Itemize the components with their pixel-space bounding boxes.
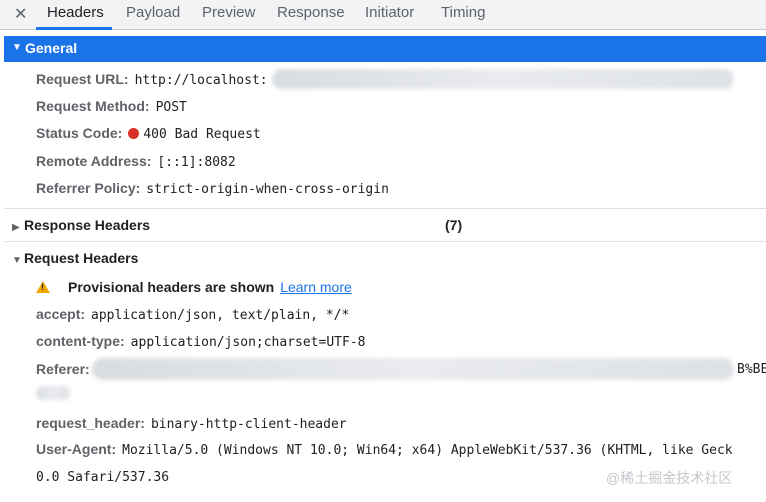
tab-timing[interactable]: Timing bbox=[441, 4, 485, 21]
error-status-dot-icon bbox=[128, 128, 140, 139]
content-type-row: content-type: application/json;charset=UT… bbox=[36, 333, 365, 350]
referer-value-tail: B%BE bbox=[737, 362, 766, 377]
remote-address-value: [::1]:8082 bbox=[157, 155, 236, 170]
request-method-value: POST bbox=[155, 100, 187, 115]
accept-row: accept: application/json, text/plain, */* bbox=[36, 306, 349, 323]
redacted-referer bbox=[92, 358, 734, 380]
accept-key: accept: bbox=[36, 306, 86, 322]
general-section-title: General bbox=[25, 40, 78, 56]
remote-address-row: Remote Address: [::1]:8082 bbox=[36, 153, 236, 170]
devtools-tab-bar: ✕ Headers Payload Preview Response Initi… bbox=[0, 0, 766, 30]
redacted-url bbox=[272, 69, 734, 89]
warning-icon bbox=[36, 281, 50, 293]
user-agent-row: User-Agent: Mozilla/5.0 (Windows NT 10.0;… bbox=[36, 441, 766, 458]
watermark-text: @稀土掘金技术社区 bbox=[606, 470, 733, 486]
user-agent-value: Mozilla/5.0 (Windows NT 10.0; Win64; x64… bbox=[122, 443, 733, 458]
request-header-key: request_header: bbox=[36, 415, 145, 431]
active-tab-indicator bbox=[36, 27, 112, 30]
referer-row: Referer: bbox=[36, 361, 96, 377]
request-headers-title: Request Headers bbox=[24, 250, 139, 266]
provisional-headers-warning: Provisional headers are shown Learn more bbox=[36, 279, 352, 295]
tab-response[interactable]: Response bbox=[277, 4, 345, 21]
request-header-row: request_header: binary-http-client-header bbox=[36, 415, 347, 432]
request-method-key: Request Method: bbox=[36, 98, 150, 114]
tab-preview[interactable]: Preview bbox=[202, 4, 255, 21]
response-headers-count: (7) bbox=[445, 217, 463, 233]
request-url-key: Request URL: bbox=[36, 71, 129, 87]
referrer-policy-row: Referrer Policy: strict-origin-when-cross… bbox=[36, 180, 389, 197]
learn-more-link[interactable]: Learn more bbox=[280, 279, 352, 295]
referrer-policy-value: strict-origin-when-cross-origin bbox=[146, 182, 389, 197]
general-section-header[interactable]: ▼ General bbox=[4, 36, 766, 62]
content-type-value: application/json;charset=UTF-8 bbox=[130, 335, 366, 350]
caret-right-icon: ▶ bbox=[12, 222, 20, 233]
referrer-policy-key: Referrer Policy: bbox=[36, 180, 141, 196]
referer-key: Referer: bbox=[36, 361, 90, 377]
section-divider bbox=[4, 241, 766, 242]
tab-headers[interactable]: Headers bbox=[47, 4, 104, 21]
tab-initiator[interactable]: Initiator bbox=[365, 4, 414, 21]
request-url-row: Request URL: http://localhost: bbox=[36, 71, 268, 88]
close-icon[interactable]: ✕ bbox=[14, 4, 27, 24]
caret-down-icon: ▼ bbox=[12, 42, 22, 53]
response-headers-section-header[interactable]: ▶ Response Headers bbox=[12, 217, 150, 233]
user-agent-key: User-Agent: bbox=[36, 441, 117, 457]
status-code-value: 400 Bad Request bbox=[143, 127, 261, 142]
response-headers-title: Response Headers bbox=[24, 217, 151, 233]
request-headers-section-header[interactable]: ▼ Request Headers bbox=[12, 250, 138, 266]
user-agent-value-line2: 0.0 Safari/537.36 bbox=[36, 470, 170, 485]
section-divider bbox=[4, 208, 766, 209]
status-code-key: Status Code: bbox=[36, 125, 123, 141]
content-type-key: content-type: bbox=[36, 333, 125, 349]
tab-payload[interactable]: Payload bbox=[126, 4, 180, 21]
accept-value: application/json, text/plain, */* bbox=[91, 308, 350, 323]
request-url-value: http://localhost: bbox=[134, 73, 268, 88]
remote-address-key: Remote Address: bbox=[36, 153, 152, 169]
redacted-referer-line2 bbox=[36, 386, 70, 400]
request-header-value: binary-http-client-header bbox=[150, 417, 347, 432]
status-code-row: Status Code: 400 Bad Request bbox=[36, 125, 261, 142]
warning-text: Provisional headers are shown bbox=[68, 279, 275, 295]
user-agent-row-continued: 0.0 Safari/537.36 bbox=[36, 468, 169, 485]
caret-down-icon: ▼ bbox=[12, 255, 22, 266]
request-method-row: Request Method: POST bbox=[36, 98, 187, 115]
